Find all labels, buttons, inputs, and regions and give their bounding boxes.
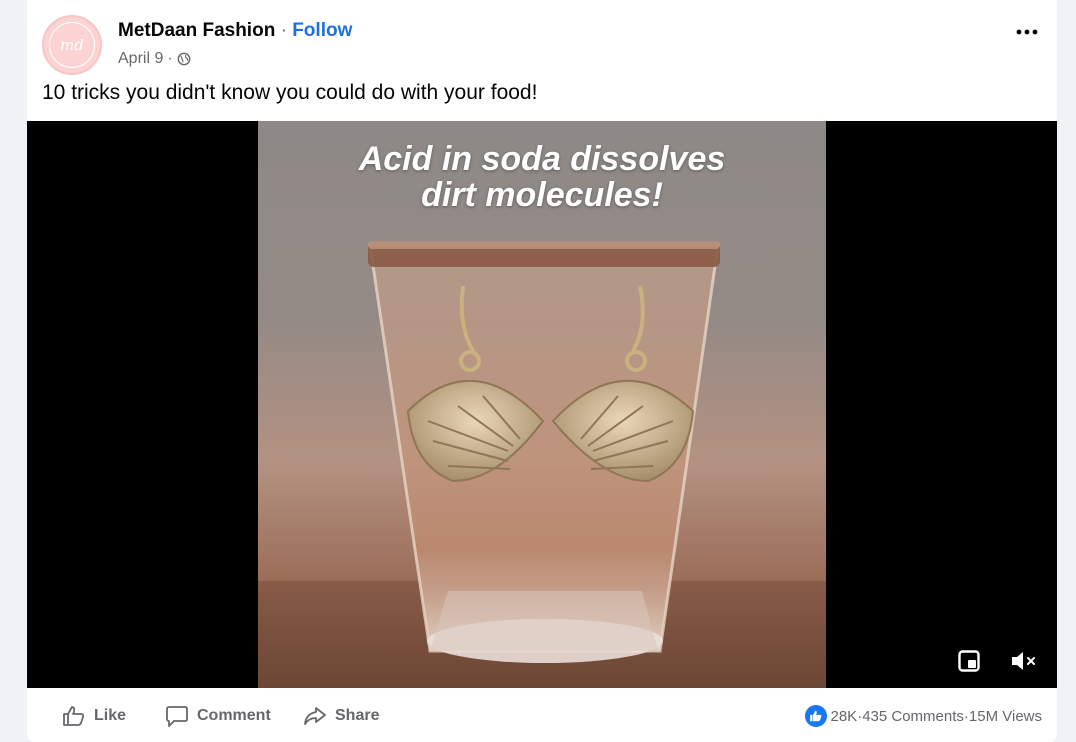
share-icon [304,707,326,725]
view-count: 15M Views [968,707,1042,725]
more-icon [1016,29,1038,35]
mute-icon [1012,652,1035,670]
post-card: md MetDaan Fashion · Follow April 9 · 10… [27,0,1057,742]
like-label: Like [94,707,127,724]
action-bar: Like Comment Share 28K · 435 Comments · [27,690,1057,742]
comment-icon [166,706,188,727]
header-separator: · [275,20,293,41]
comment-button[interactable]: Comment [165,690,271,742]
reaction-count[interactable]: 28K [830,708,857,725]
comment-count[interactable]: 435 Comments [862,708,964,725]
globe-icon [177,52,191,66]
caption-line-1: Acid in soda dissolves [358,140,726,178]
video-caption: Acid in soda dissolves dirt molecules! [258,141,826,213]
thumbs-up-icon [63,706,85,726]
post-header: MetDaan Fashion · Follow [118,20,352,42]
follow-button[interactable]: Follow [292,20,352,41]
like-button[interactable]: Like [62,690,126,742]
miniplayer-button[interactable] [956,648,982,674]
avatar-logo: md [49,22,95,68]
page-name-link[interactable]: MetDaan Fashion [118,20,275,41]
avatar[interactable]: md [42,15,102,75]
post-meta: April 9 · [118,50,191,68]
comment-label: Comment [197,707,271,724]
share-label: Share [335,707,380,724]
video-player[interactable]: Acid in soda dissolves dirt molecules! [27,121,1057,688]
miniplayer-icon [958,650,980,672]
like-reaction-icon[interactable] [805,705,828,727]
post-text: 10 tricks you didn't know you could do w… [42,81,538,104]
video-frame: Acid in soda dissolves dirt molecules! [258,121,826,688]
share-button[interactable]: Share [303,690,379,742]
more-options-button[interactable] [1013,20,1041,44]
mute-button[interactable] [1009,648,1039,674]
post-date[interactable]: April 9 [118,50,163,68]
meta-separator: · [167,50,173,67]
caption-line-2: dirt molecules! [421,176,663,214]
post-stats: 28K · 435 Comments · 15M Views [805,690,1042,742]
